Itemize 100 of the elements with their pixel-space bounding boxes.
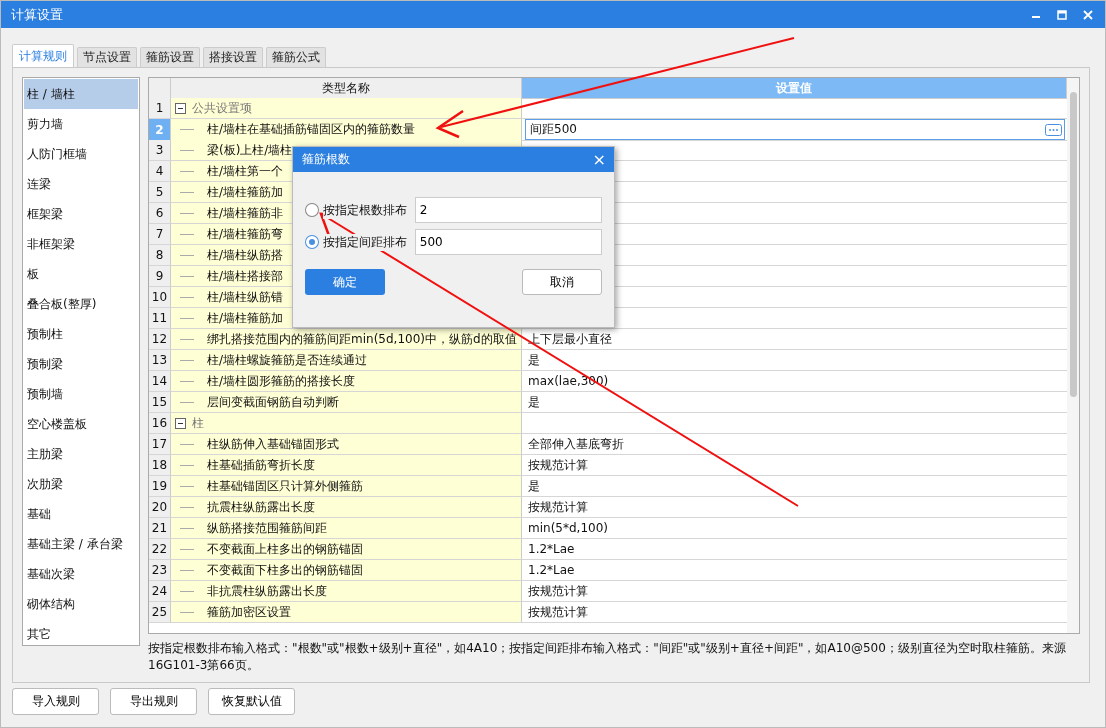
row-number: 23 [149,560,171,581]
column-header: 设置值 [522,78,1067,99]
setting-name: 箍筋加密区设置 [207,603,291,621]
row-number: 1 [149,98,171,119]
setting-value: 1.2*Lae [527,542,575,556]
tree-line [180,338,194,340]
sidebar-item[interactable]: 柱 / 墙柱 [24,79,138,109]
setting-name: 柱/墙柱纵筋错 [207,288,284,306]
sidebar-item[interactable]: 基础次梁 [24,559,138,589]
more-icon[interactable] [1045,123,1062,136]
sidebar-item[interactable]: 空心楼盖板 [24,409,138,439]
setting-value: 是 [527,477,540,495]
row-number: 2 [149,119,171,141]
sidebar-item[interactable]: 框架梁 [24,199,138,229]
radio-button[interactable] [305,235,319,249]
row-number: 14 [149,371,171,392]
setting-value: 按规范计算 [527,456,588,474]
row-number: 20 [149,497,171,518]
tab[interactable]: 箍筋设置 [140,47,200,67]
tab[interactable]: 节点设置 [77,47,137,67]
sidebar-item[interactable]: 基础主梁 / 承台梁 [24,529,138,559]
setting-value: 是 [527,393,540,411]
setting-name: 柱基础插筋弯折长度 [207,456,315,474]
setting-value: 1.2*Lae [527,563,575,577]
maximize-icon[interactable] [1057,9,1067,20]
input-field[interactable]: 2 [414,197,602,223]
row-number: 5 [149,182,171,203]
tree-line [180,191,194,193]
group-name: 公共设置项 [192,99,252,117]
group-name: 柱 [192,414,204,432]
radio-button[interactable] [305,203,319,217]
setting-value: 按规范计算 [527,603,588,621]
hint-text: 按指定根数排布输入格式："根数"或"根数+级别+直径"，如4A10；按指定间距排布输入格式："间距"或"级别+直径+间距"，如A10@500；级别直径为空时取柱箍筋。来源16G101-3第66页。 [148,640,1067,674]
sidebar-item[interactable]: 连梁 [24,169,138,199]
window-title: 计算设置 [11,5,63,24]
sidebar-item[interactable]: 砌体结构 [24,589,138,619]
setting-name: 柱/墙柱搭接部 [207,267,284,285]
collapse-icon[interactable] [175,417,186,429]
scrollbar[interactable] [1067,78,1079,633]
row-number: 17 [149,434,171,455]
row-number: 21 [149,518,171,539]
setting-value: 是 [527,351,540,369]
tree-line [180,485,194,487]
tab[interactable]: 搭接设置 [203,47,263,67]
row-number: 7 [149,224,171,245]
tree-line [180,129,194,130]
tree-line [180,443,194,445]
tree-line [180,464,194,466]
sidebar-item[interactable]: 次肋梁 [24,469,138,499]
collapse-icon[interactable] [175,102,186,114]
sidebar-item[interactable]: 非框架梁 [24,229,138,259]
setting-value: 按规范计算 [527,582,588,600]
tree-line [180,149,194,151]
value-field[interactable]: 间距500 [525,119,1065,140]
sidebar-item[interactable]: 基础 [24,499,138,529]
tab[interactable]: 计算规则 [12,44,74,67]
action-button[interactable]: 导出规则 [110,688,197,715]
sidebar-item[interactable]: 预制梁 [24,349,138,379]
action-button[interactable]: 导入规则 [12,688,99,715]
cancel-button[interactable]: 取消 [522,269,602,295]
setting-name: 不变截面下柱多出的钢筋锚固 [207,561,363,579]
row-number: 9 [149,266,171,287]
row-number: 8 [149,245,171,266]
sidebar-item[interactable]: 板 [24,259,138,289]
row-number: 25 [149,602,171,623]
close-icon[interactable] [1083,9,1093,20]
sidebar-item[interactable]: 主肋梁 [24,439,138,469]
tree-line [180,548,194,550]
setting-name: 纵筋搭接范围箍筋间距 [207,519,327,537]
setting-value: 全部伸入基底弯折 [527,435,624,453]
sidebar-item[interactable]: 其它 [24,619,138,649]
tab[interactable]: 箍筋公式 [266,47,326,67]
close-button[interactable]: × [592,150,606,169]
scrollbar-thumb[interactable] [1069,92,1077,397]
row-number: 13 [149,350,171,371]
sidebar-item[interactable]: 叠合板(整厚) [24,289,138,319]
setting-name: 柱/墙柱箍筋加 [207,183,284,201]
setting-value: min(5*d,100) [527,521,608,535]
setting-name: 柱/墙柱圆形箍筋的搭接长度 [207,372,356,390]
sidebar-item[interactable]: 预制墙 [24,379,138,409]
setting-name: 层间变截面钢筋自动判断 [207,393,339,411]
tree-line [180,296,194,298]
row-number: 4 [149,161,171,182]
row-number: 3 [149,140,171,161]
setting-name: 柱/墙柱纵筋搭 [207,246,284,264]
sidebar-item[interactable]: 人防门框墙 [24,139,138,169]
setting-name: 非抗震柱纵筋露出长度 [207,582,327,600]
setting-name: 绑扎搭接范围内的箍筋间距min(5d,100)中，纵筋d的取值 [207,330,517,348]
input-field[interactable]: 500 [414,229,602,255]
tree-line [180,233,194,235]
header-corner [149,78,171,99]
action-button[interactable]: 恢复默认值 [208,688,295,715]
row-number: 22 [149,539,171,560]
tree-line [180,380,194,382]
option-label: 按指定间距排布 [322,233,407,251]
sidebar-item[interactable]: 剪力墙 [24,109,138,139]
row-number: 18 [149,455,171,476]
sidebar-item[interactable]: 预制柱 [24,319,138,349]
ok-button[interactable]: 确定 [305,269,385,295]
setting-name: 柱/墙柱第一个 [207,162,284,180]
